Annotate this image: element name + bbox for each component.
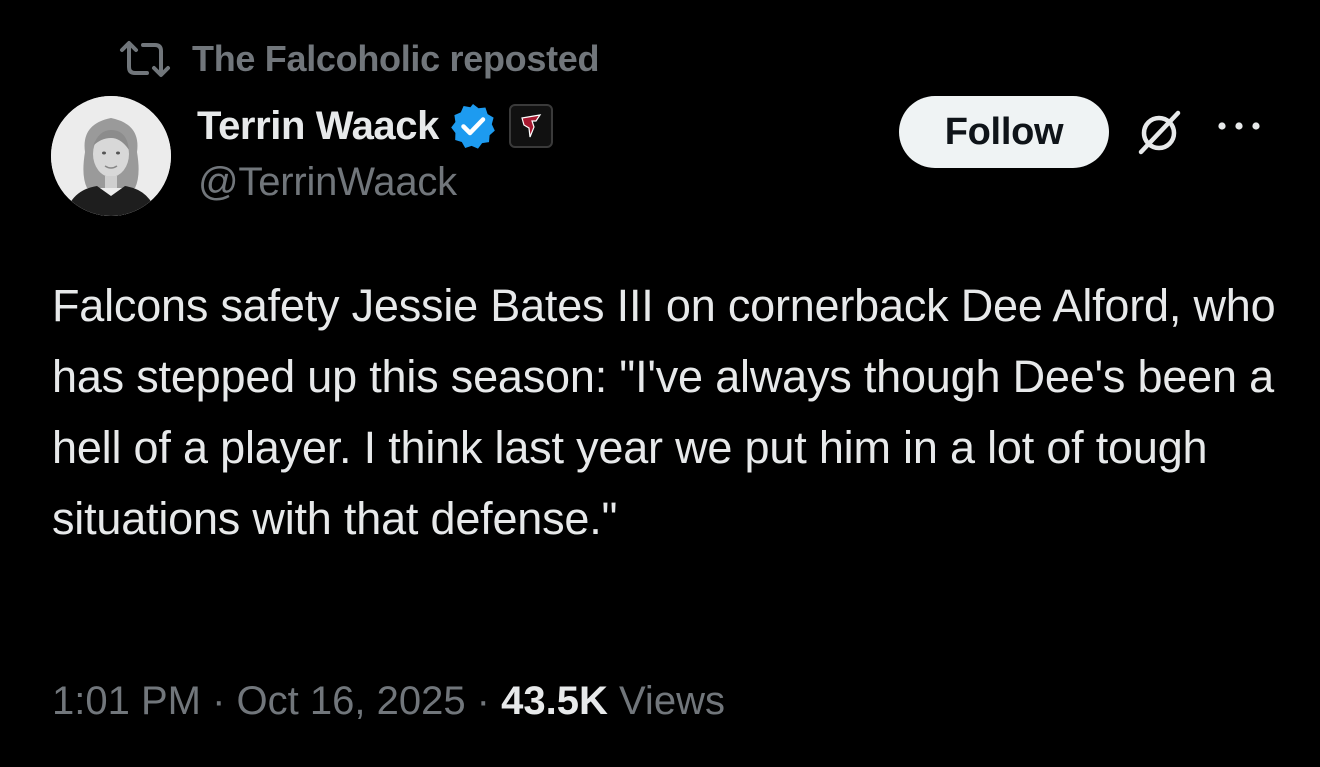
tweet-text: Falcons safety Jessie Bates III on corne… (52, 280, 1276, 544)
grok-icon[interactable] (1134, 106, 1186, 158)
repost-icon (118, 39, 172, 79)
meta-separator: · (465, 678, 502, 723)
verified-badge-icon[interactable] (449, 102, 497, 150)
tweet-time[interactable]: 1:01 PM (52, 679, 201, 724)
author-handle[interactable]: @TerrinWaack (198, 160, 457, 205)
follow-button[interactable]: Follow (899, 96, 1109, 168)
repost-indicator[interactable]: The Falcoholic reposted (118, 36, 599, 82)
falcons-logo-icon[interactable] (508, 104, 553, 148)
meta-separator: · (200, 678, 237, 723)
more-options-icon[interactable] (1214, 118, 1264, 134)
author-display-name[interactable]: Terrin Waack (197, 104, 439, 149)
tweet-meta: 1:01 PM · Oct 16, 2025 · 43.5K Views (52, 675, 725, 727)
views-count[interactable]: 43.5K (501, 679, 608, 724)
author-name-row[interactable]: Terrin Waack (197, 100, 553, 152)
repost-text: The Falcoholic reposted (192, 38, 600, 79)
views-label: Views (607, 678, 725, 723)
tweet-date[interactable]: Oct 16, 2025 (237, 679, 466, 724)
author-avatar[interactable] (51, 96, 171, 216)
